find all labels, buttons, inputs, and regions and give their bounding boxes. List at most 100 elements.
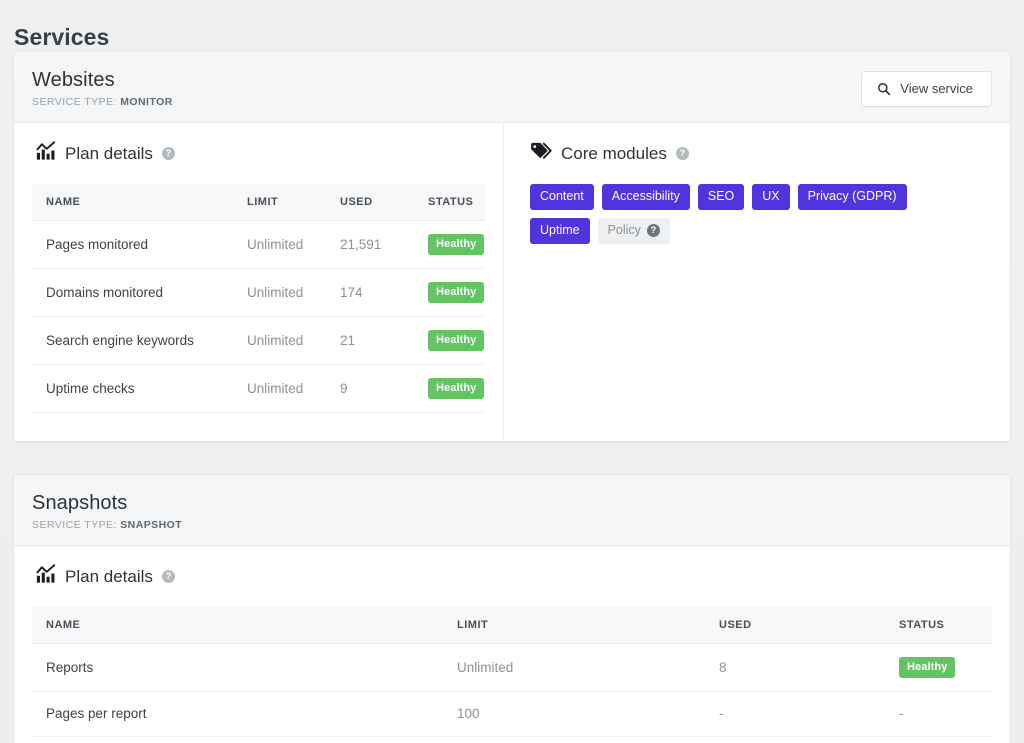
module-chip-seo[interactable]: SEO [697, 184, 745, 210]
table-row: Uptime checks Unlimited 9 Healthy [32, 364, 485, 413]
services-page: Services Websites SERVICE TYPE: MONITOR … [0, 0, 1024, 743]
module-chip-label: Policy [607, 223, 641, 237]
table-row: Pages per report 100 - - [32, 691, 992, 737]
status-badge: Healthy [428, 330, 485, 351]
service-card-header: Snapshots SERVICE TYPE: SNAPSHOT [14, 475, 1010, 546]
cell-name: Pages monitored [32, 220, 247, 269]
service-card-websites: Websites SERVICE TYPE: MONITOR View serv… [14, 52, 1010, 441]
view-service-label: View service [900, 80, 973, 96]
table-header-row: NAME LIMIT USED STATUS [32, 607, 992, 644]
plan-details-heading: Plan details ? [36, 141, 485, 166]
service-type-label: SERVICE TYPE: [32, 519, 117, 531]
column-header-status: STATUS [428, 184, 485, 221]
status-badge: Healthy [899, 657, 956, 678]
cell-status: Healthy [428, 364, 485, 413]
cell-name: Pages per report [32, 691, 457, 737]
column-header-limit: LIMIT [457, 607, 719, 644]
view-service-button[interactable]: View service [861, 70, 992, 107]
cell-used: - [719, 691, 899, 737]
cell-limit: Unlimited [247, 220, 340, 269]
cell-used: 9 [340, 364, 428, 413]
module-chip-label: UX [762, 189, 780, 203]
column-header-used: USED [340, 184, 428, 221]
service-type-label: SERVICE TYPE: [32, 96, 117, 108]
plan-details-table: NAME LIMIT USED STATUS Pages monitored U… [32, 184, 485, 413]
module-chip-label: Privacy (GDPR) [807, 189, 897, 203]
module-chip-label: SEO [707, 189, 735, 203]
module-chip-policy[interactable]: Policy ? [597, 218, 670, 244]
cell-limit: Unlimited [457, 643, 719, 692]
table-row: Pages monitored Unlimited 21,591 Healthy [32, 220, 485, 269]
service-type-value: MONITOR [120, 96, 173, 108]
cell-name: Reports [32, 643, 457, 692]
module-chip-label: Accessibility [611, 189, 680, 203]
cell-status: Healthy [899, 643, 992, 692]
help-circle-icon[interactable]: ? [675, 147, 689, 160]
module-chip-label: Uptime [540, 223, 580, 237]
card-spacer [0, 441, 1024, 475]
cell-limit: Unlimited [247, 364, 340, 413]
service-header-text: Snapshots SERVICE TYPE: SNAPSHOT [32, 491, 182, 532]
plan-details-heading: Plan details ? [36, 564, 992, 589]
plan-details-section: Plan details ? NAME LIMIT USED STATUS [14, 546, 1010, 743]
cell-limit: Unlimited [247, 316, 340, 365]
service-card-snapshots: Snapshots SERVICE TYPE: SNAPSHOT Plan de… [14, 475, 1010, 743]
table-row: Reports Unlimited 8 Healthy [32, 643, 992, 692]
column-header-used: USED [719, 607, 899, 644]
cell-used: 21,591 [340, 220, 428, 269]
table-row: Search engine keywords Unlimited 21 Heal… [32, 316, 485, 365]
table-row: Domains monitored Unlimited 174 Healthy [32, 268, 485, 317]
cell-used: 8 [719, 643, 899, 692]
service-card-body: Plan details ? NAME LIMIT USED STATUS [14, 546, 1010, 743]
service-type: SERVICE TYPE: SNAPSHOT [32, 519, 182, 532]
module-chip-accessibility[interactable]: Accessibility [601, 184, 690, 210]
service-header-text: Websites SERVICE TYPE: MONITOR [32, 68, 173, 109]
bar-chart-icon [36, 141, 56, 166]
help-circle-icon[interactable]: ? [161, 147, 175, 160]
cell-name: Uptime checks [32, 364, 247, 413]
bar-chart-icon [36, 564, 56, 589]
plan-details-section: Plan details ? NAME LIMIT USED STATUS [14, 123, 504, 441]
plan-details-title: Plan details [65, 143, 153, 163]
cell-limit: 100 [457, 691, 719, 737]
cell-status: Healthy [428, 316, 485, 365]
service-type: SERVICE TYPE: MONITOR [32, 96, 173, 109]
plan-details-table: NAME LIMIT USED STATUS Reports Unlimited… [32, 607, 992, 737]
service-card-body: Plan details ? NAME LIMIT USED STATUS [14, 123, 1010, 441]
service-card-header: Websites SERVICE TYPE: MONITOR View serv… [14, 52, 1010, 123]
plan-details-title: Plan details [65, 566, 153, 586]
cell-name: Domains monitored [32, 268, 247, 317]
cell-name: Search engine keywords [32, 316, 247, 365]
column-header-name: NAME [32, 184, 247, 221]
status-badge: Healthy [428, 234, 485, 255]
column-header-name: NAME [32, 607, 457, 644]
module-chip-uptime[interactable]: Uptime [530, 218, 590, 244]
status-badge: Healthy [428, 282, 485, 303]
cell-used: 174 [340, 268, 428, 317]
cell-status: Healthy [428, 268, 485, 317]
cell-status: Healthy [428, 220, 485, 269]
search-icon [877, 82, 891, 96]
table-header-row: NAME LIMIT USED STATUS [32, 184, 485, 221]
help-circle-icon[interactable]: ? [646, 224, 660, 237]
module-chip-ux[interactable]: UX [752, 184, 790, 210]
module-chip-label: Content [540, 189, 584, 203]
status-badge: Healthy [428, 378, 485, 399]
module-chip-privacy-gdpr[interactable]: Privacy (GDPR) [797, 184, 907, 210]
cell-limit: Unlimited [247, 268, 340, 317]
help-circle-icon[interactable]: ? [161, 570, 175, 583]
service-type-value: SNAPSHOT [120, 519, 183, 531]
column-header-limit: LIMIT [247, 184, 340, 221]
core-modules-title: Core modules [561, 143, 667, 163]
column-header-status: STATUS [899, 607, 992, 644]
cell-used: 21 [340, 316, 428, 365]
core-modules-section: Core modules ? Content Accessibility SEO… [504, 123, 1010, 441]
service-name: Websites [32, 69, 115, 91]
cell-status: - [899, 691, 992, 737]
tag-icon [530, 141, 552, 166]
module-chip-content[interactable]: Content [530, 184, 594, 210]
core-modules-heading: Core modules ? [530, 141, 992, 166]
core-modules-chip-list: Content Accessibility SEO UX Privacy (GD… [530, 184, 960, 244]
page-title: Services [14, 24, 110, 50]
service-name: Snapshots [32, 492, 128, 514]
